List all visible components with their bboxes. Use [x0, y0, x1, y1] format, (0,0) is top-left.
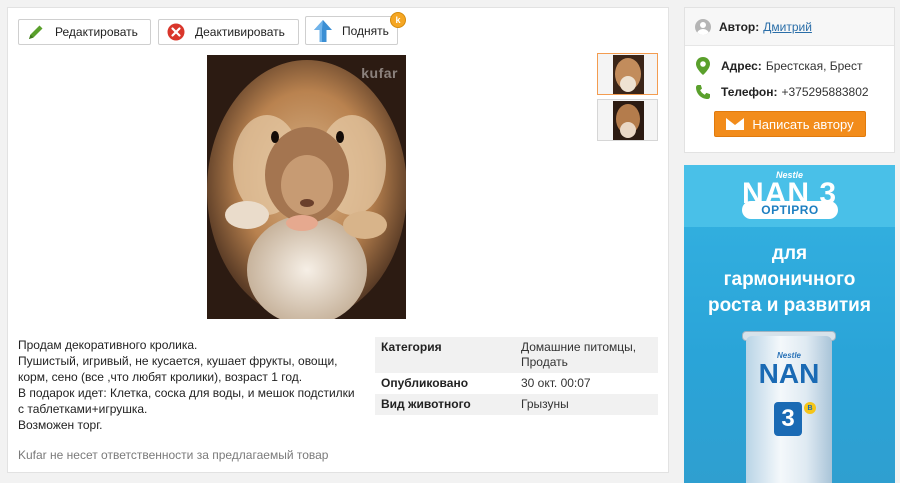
photo-thumbnail-2[interactable] [597, 99, 658, 141]
photo-thumbnail-1[interactable] [597, 53, 658, 95]
ad-tagline: для гармоничного роста и развития [684, 241, 895, 319]
envelope-icon [726, 118, 745, 130]
phone-icon [695, 84, 711, 100]
ad-tagline-line: для [771, 243, 808, 264]
specs-table: Категория Домашние питомцы, Продать Опуб… [375, 337, 658, 415]
map-pin-icon [695, 57, 711, 75]
spec-key: Опубликовано [381, 376, 469, 390]
raise-button[interactable]: Поднять [305, 16, 398, 45]
spec-value: Домашние питомцы, Продать [521, 340, 637, 369]
edit-button-label: Редактировать [55, 25, 138, 39]
description-line: В подарок идет: Клетка, соска для воды, … [18, 386, 355, 400]
address-row: Адрес: Брестская, Брест [685, 53, 894, 79]
listing-description: Продам декоративного кролика. Пушистый, … [18, 337, 363, 433]
can-brand: NAN [758, 358, 820, 389]
description-line: Пушистый, игривый, не кусается, кушает ф… [18, 354, 338, 368]
raise-coin-badge: k [390, 12, 406, 28]
spec-key: Вид животного [381, 397, 471, 411]
address-value: Брестская, Брест [765, 59, 863, 73]
spec-row: Опубликовано 30 окт. 00:07 [375, 373, 658, 394]
seller-card: Автор: Дмитрий Адрес: Брестская, Брест Т… [684, 7, 895, 153]
deactivate-button[interactable]: Деактивировать [158, 19, 299, 45]
spec-key: Категория [381, 340, 442, 354]
ad-sub-brand: OPTIPRO [742, 201, 838, 219]
photo-watermark: kufar [361, 65, 398, 81]
pencil-icon [25, 21, 47, 43]
listing-card: Редактировать Деактивировать Поднять k k… [7, 7, 669, 473]
phone-label: Телефон: [721, 85, 778, 99]
can-badge: B [804, 402, 816, 414]
spec-row: Категория Домашние питомцы, Продать [375, 337, 658, 373]
raise-button-label: Поднять [342, 23, 389, 38]
author-row: Автор: Дмитрий [685, 8, 894, 46]
author-label: Автор: [719, 19, 760, 34]
main-photo[interactable]: kufar [207, 55, 406, 319]
edit-button[interactable]: Редактировать [18, 19, 151, 45]
can-stage-number: 3 [774, 402, 802, 436]
description-line: Продам декоративного кролика. [18, 338, 198, 352]
disclaimer-text: Kufar не несет ответственности за предла… [18, 448, 329, 462]
spec-value: 30 окт. 00:07 [521, 376, 591, 390]
arrow-up-icon [312, 19, 334, 42]
phone-row: Телефон: +375295883802 [685, 79, 894, 105]
ad-tagline-line: роста и развития [708, 295, 871, 316]
address-label: Адрес: [721, 59, 762, 73]
description-line: Возможен торг. [18, 418, 103, 432]
description-line: корм, сено (все ,что любят кролики), воз… [18, 370, 303, 384]
user-avatar-icon [695, 18, 711, 35]
description-line: с таблетками+игрушка. [18, 402, 148, 416]
spec-row: Вид животного Грызуны [375, 394, 658, 415]
ad-banner[interactable]: Nestle NAN 3 OPTIPRO для гармоничного ро… [684, 165, 895, 483]
write-to-author-button[interactable]: Написать автору [714, 111, 866, 137]
close-circle-icon [165, 21, 187, 43]
ad-tagline-line: гармоничного [723, 269, 856, 290]
author-link[interactable]: Дмитрий [763, 20, 812, 34]
phone-value: +375295883802 [781, 85, 869, 99]
deactivate-button-label: Деактивировать [195, 25, 285, 39]
spec-value: Грызуны [521, 397, 569, 411]
write-button-label: Написать автору [752, 116, 854, 132]
